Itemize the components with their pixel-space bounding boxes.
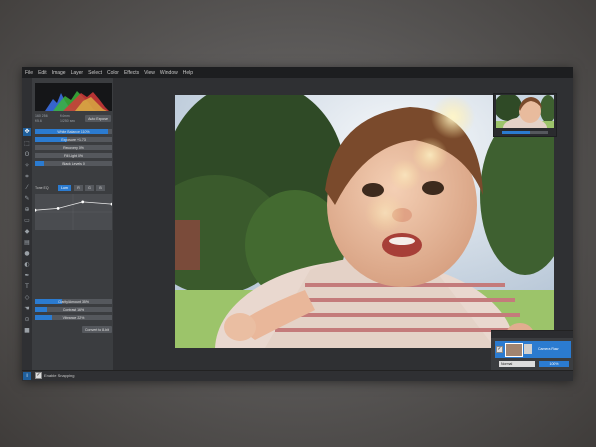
recovery-label: Recovery 0% bbox=[63, 145, 84, 150]
tone-curve-graph bbox=[33, 194, 114, 230]
tone-lum-button[interactable]: Lum bbox=[58, 185, 71, 191]
zoom-slider[interactable] bbox=[502, 131, 548, 134]
brush-tool-icon[interactable]: ✎ bbox=[23, 195, 31, 203]
menu-select[interactable]: Select bbox=[88, 70, 102, 76]
eyedropper-tool-icon[interactable]: ⁄ bbox=[23, 184, 31, 192]
tone-curve-point[interactable] bbox=[33, 208, 37, 212]
clone-tool-icon[interactable]: ⊕ bbox=[23, 206, 31, 214]
white-balance-slider[interactable]: White Balance 110% bbox=[35, 129, 112, 134]
opacity-field[interactable]: 100% bbox=[539, 361, 569, 367]
vibrance-label: Vibrance 22% bbox=[62, 315, 85, 320]
lasso-tool-icon[interactable]: ʘ bbox=[23, 151, 31, 159]
hand-tool-icon[interactable]: ☚ bbox=[23, 305, 31, 313]
layer-mask-icon bbox=[524, 344, 532, 354]
clarity-label: Clarity/Amount 35% bbox=[58, 299, 89, 304]
menu-help[interactable]: Help bbox=[183, 70, 193, 76]
histogram-graph bbox=[45, 91, 109, 111]
dodge-tool-icon[interactable]: ◐ bbox=[23, 261, 31, 269]
wand-tool-icon[interactable]: ✧ bbox=[23, 162, 31, 170]
black-levels-label: Black Levels 0 bbox=[62, 161, 85, 166]
canvas-area: ✓ Camera Raw Normal 100% bbox=[113, 78, 573, 381]
navigator-thumbnail[interactable] bbox=[496, 95, 554, 128]
recovery-slider[interactable]: Recovery 0% bbox=[35, 145, 112, 150]
exif-shutter: 1/250 sec bbox=[60, 119, 76, 123]
clarity-slider[interactable]: Clarity/Amount 35% bbox=[35, 299, 112, 304]
layer-thumbnail bbox=[505, 343, 523, 357]
tone-curve-line bbox=[34, 201, 113, 211]
app-window: File Edit Image Layer Select Color Effec… bbox=[22, 67, 573, 381]
fill-tool-icon[interactable]: ◆ bbox=[23, 228, 31, 236]
tool-bar: ✥ ⬚ ʘ ✧ ⌗ ⁄ ✎ ⊕ ▭ ◆ ▤ ● ◐ ✒ T ◇ ☚ ⊙ ■ bbox=[22, 78, 32, 370]
auto-expose-button[interactable]: Auto Expose bbox=[85, 115, 111, 122]
shape-tool-icon[interactable]: ◇ bbox=[23, 294, 31, 302]
blur-tool-icon[interactable]: ● bbox=[23, 250, 31, 258]
menu-view[interactable]: View bbox=[144, 70, 155, 76]
pen-tool-icon[interactable]: ✒ bbox=[23, 272, 31, 280]
black-levels-slider[interactable]: Black Levels 0 bbox=[35, 161, 112, 166]
exif-iso: 160 256 bbox=[35, 114, 48, 118]
menu-bar: File Edit Image Layer Select Color Effec… bbox=[22, 67, 573, 78]
tone-g-button[interactable]: G bbox=[85, 185, 94, 191]
gradient-tool-icon[interactable]: ▤ bbox=[23, 239, 31, 247]
menu-file[interactable]: File bbox=[25, 70, 33, 76]
layers-panel-header bbox=[491, 331, 573, 338]
layer-visibility-checkbox[interactable]: ✓ bbox=[496, 346, 503, 353]
menu-edit[interactable]: Edit bbox=[38, 70, 47, 76]
vibrance-fill bbox=[35, 315, 52, 320]
eraser-tool-icon[interactable]: ▭ bbox=[23, 217, 31, 225]
contrast-fill bbox=[35, 307, 48, 312]
snapping-checkbox[interactable]: ✓ bbox=[35, 372, 42, 379]
text-tool-icon[interactable]: T bbox=[23, 283, 31, 291]
crop-tool-icon[interactable]: ⌗ bbox=[23, 173, 31, 181]
exif-aperture: f/5.6 bbox=[35, 119, 42, 123]
tone-b-button[interactable]: B bbox=[96, 185, 105, 191]
navigator-panel bbox=[493, 93, 557, 137]
exposure-slider[interactable]: Exposure +1.73 bbox=[35, 137, 112, 142]
zoom-slider-fill bbox=[502, 131, 530, 134]
menu-image[interactable]: Image bbox=[52, 70, 66, 76]
contrast-slider[interactable]: Contrast 16% bbox=[35, 307, 112, 312]
fill-light-slider[interactable]: Fill Light 0% bbox=[35, 153, 112, 158]
tone-curve-point[interactable] bbox=[81, 200, 85, 204]
white-balance-label: White Balance 110% bbox=[57, 129, 90, 134]
navigator-preview bbox=[496, 95, 554, 128]
exif-focal: f/4mm bbox=[60, 114, 70, 118]
marquee-tool-icon[interactable]: ⬚ bbox=[23, 140, 31, 148]
menu-layer[interactable]: Layer bbox=[71, 70, 84, 76]
menu-color[interactable]: Color bbox=[107, 70, 119, 76]
color-swatch-icon[interactable]: ■ bbox=[23, 327, 31, 335]
fill-light-label: Fill Light 0% bbox=[63, 153, 84, 158]
zoom-tool-icon[interactable]: ⊙ bbox=[23, 316, 31, 324]
black-levels-fill bbox=[35, 161, 45, 166]
snapping-label: Enable Snapping bbox=[44, 373, 75, 378]
blend-mode-select[interactable]: Normal bbox=[499, 361, 535, 367]
vibrance-slider[interactable]: Vibrance 22% bbox=[35, 315, 112, 320]
layer-row-camera-raw[interactable]: ✓ Camera Raw bbox=[495, 341, 571, 358]
exposure-label: Exposure +1.73 bbox=[61, 137, 86, 142]
contrast-label: Contrast 16% bbox=[62, 307, 85, 312]
menu-effects[interactable]: Effects bbox=[124, 70, 139, 76]
layer-name: Camera Raw bbox=[538, 347, 559, 351]
menu-window[interactable]: Window bbox=[160, 70, 178, 76]
status-bar: i ✓ Enable Snapping bbox=[22, 370, 573, 381]
tone-r-button[interactable]: R bbox=[74, 185, 83, 191]
info-icon[interactable]: i bbox=[23, 372, 31, 380]
tone-curve-editor[interactable] bbox=[33, 194, 114, 230]
tone-curve-point[interactable] bbox=[56, 207, 60, 210]
tone-curve-point[interactable] bbox=[110, 202, 114, 206]
convert-8bit-button[interactable]: Convert to 8-bit bbox=[82, 326, 112, 333]
tone-eq-title: Tone EQ bbox=[35, 186, 49, 190]
move-tool-icon[interactable]: ✥ bbox=[23, 128, 31, 136]
camera-raw-panel: 160 256 f/4mm f/5.6 1/250 sec Auto Expos… bbox=[32, 78, 114, 370]
histogram bbox=[35, 83, 112, 111]
